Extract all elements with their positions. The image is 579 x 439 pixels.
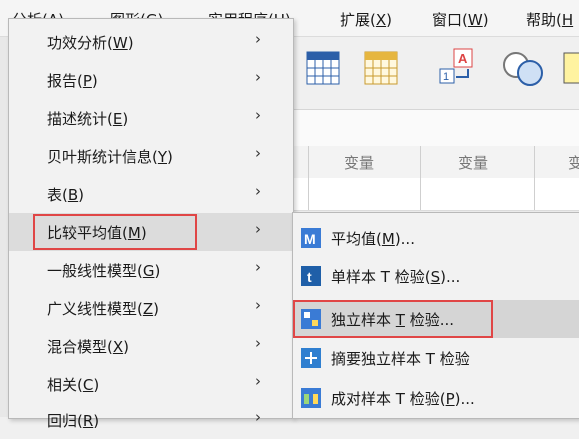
submenu-item-summary-independent-t-test[interactable]: 摘要独立样本 T 检验 <box>293 339 579 377</box>
data-grid-icon[interactable] <box>306 51 340 85</box>
menu-item-descriptive-statistics[interactable]: 描述统计(E) › <box>9 99 293 137</box>
highlight-box <box>293 300 493 338</box>
chevron-right-icon: › <box>255 144 261 162</box>
menu-help[interactable]: 帮助(H <box>526 9 573 30</box>
cell-editor-row <box>292 110 579 147</box>
menu-item-generalized-linear-models[interactable]: 广义线性模型(Z) › <box>9 289 293 327</box>
menu-item-general-linear-model[interactable]: 一般线性模型(G) › <box>9 251 293 289</box>
svg-text:1: 1 <box>443 71 449 83</box>
menu-extensions[interactable]: 扩展(X) <box>340 9 392 30</box>
chevron-right-icon: › <box>255 334 261 352</box>
grid-divider <box>534 146 535 210</box>
chevron-right-icon: › <box>255 258 261 276</box>
menu-item-regression[interactable]: 回归(R) › <box>9 401 293 439</box>
grid-divider <box>420 146 421 210</box>
svg-text:M: M <box>304 231 316 247</box>
chevron-right-icon: › <box>255 30 261 48</box>
menu-window[interactable]: 窗口(W) <box>432 9 489 30</box>
means-icon: M <box>301 228 321 248</box>
grid-row[interactable] <box>292 178 579 211</box>
chevron-right-icon: › <box>255 106 261 124</box>
column-header[interactable]: 变量 <box>458 152 488 173</box>
menu-item-tables[interactable]: 表(B) › <box>9 175 293 213</box>
summary-t-test-icon <box>301 348 321 368</box>
menu-item-bayesian-statistics[interactable]: 贝叶斯统计信息(Y) › <box>9 137 293 175</box>
svg-text:A: A <box>458 51 468 66</box>
left-edge <box>0 37 8 417</box>
variable-grid-icon[interactable] <box>364 51 398 85</box>
menu-item-correlate[interactable]: 相关(C) › <box>9 365 293 403</box>
partial-toolbar-icon[interactable] <box>562 51 579 85</box>
toolbar: A 1 <box>292 37 579 110</box>
compare-means-submenu: M 平均值(M)... t 单样本 T 检验(S)... 独立样本 T 检验..… <box>292 212 579 419</box>
submenu-item-one-sample-t-test[interactable]: t 单样本 T 检验(S)... <box>293 257 579 295</box>
value-labels-icon[interactable]: A 1 <box>438 47 476 87</box>
one-sample-t-test-icon: t <box>301 266 321 286</box>
chevron-right-icon: › <box>255 68 261 86</box>
menu-item-mixed-models[interactable]: 混合模型(X) › <box>9 327 293 365</box>
chevron-right-icon: › <box>255 296 261 314</box>
grid-header: 变量 变量 变 <box>292 146 579 179</box>
analyze-menu: 功效分析(W) › 报告(P) › 描述统计(E) › 贝叶斯统计信息(Y) ›… <box>8 18 294 430</box>
menu-item-power-analysis[interactable]: 功效分析(W) › <box>9 23 293 61</box>
menu-item-reports[interactable]: 报告(P) › <box>9 61 293 99</box>
chevron-right-icon: › <box>255 408 261 426</box>
submenu-item-paired-samples-t-test[interactable]: 成对样本 T 检验(P)... <box>293 379 579 417</box>
grid-divider <box>308 146 309 210</box>
circles-icon[interactable] <box>500 49 550 89</box>
chevron-right-icon: › <box>255 372 261 390</box>
chevron-right-icon: › <box>255 182 261 200</box>
column-header[interactable]: 变 <box>568 152 579 173</box>
svg-text:t: t <box>307 269 312 285</box>
paired-samples-t-test-icon <box>301 388 321 408</box>
submenu-item-means[interactable]: M 平均值(M)... <box>293 219 579 257</box>
chevron-right-icon: › <box>255 220 261 238</box>
column-header[interactable]: 变量 <box>344 152 374 173</box>
highlight-box <box>33 214 197 250</box>
